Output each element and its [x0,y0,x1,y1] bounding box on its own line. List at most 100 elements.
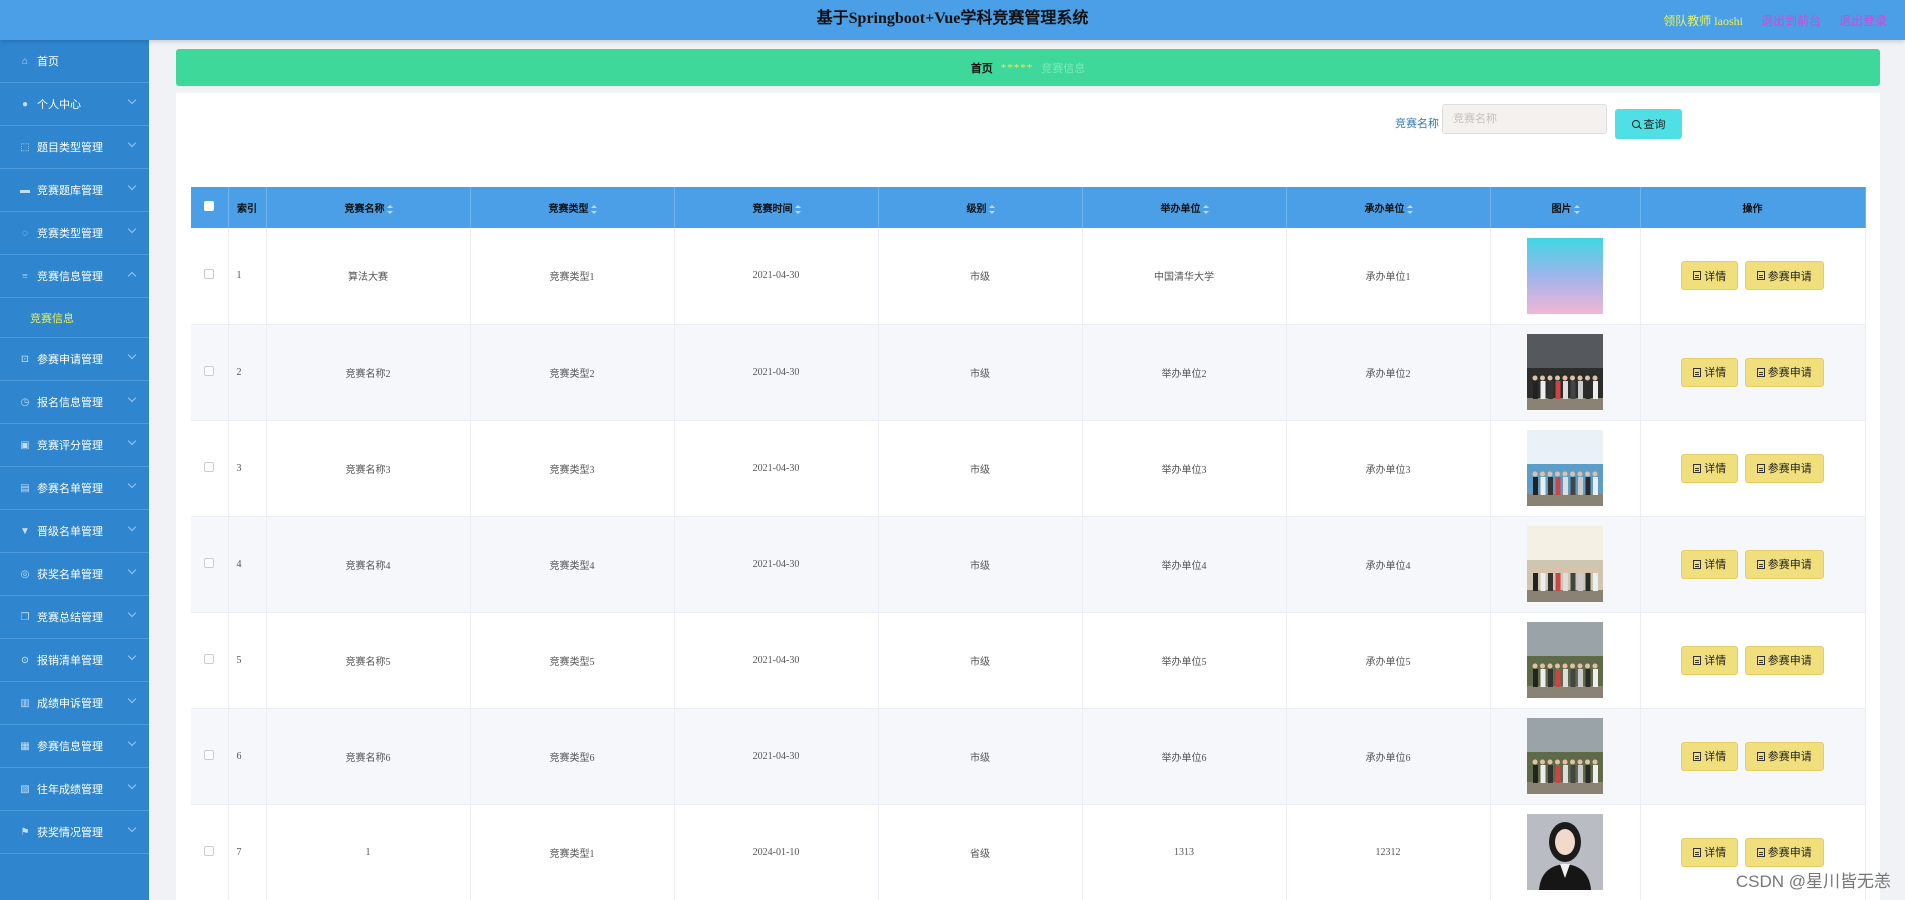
column-time[interactable]: 竞赛时间 [674,187,879,228]
sidebar-item[interactable]: ⬚ 题目类型管理 [0,126,149,169]
table-row[interactable]: 2 竞赛名称2 竞赛类型2 2021-04-30 市级 举办单位2 承办单位2 详情 参赛申… [191,324,1866,421]
app-title: 基于Springboot+Vue学科竞赛管理系统 [816,10,1089,27]
sidebar-item[interactable]: ▣ 竞赛评分管理 [0,424,149,467]
user-icon: ● [21,98,29,110]
sidebar-item[interactable]: ≡ 竞赛信息管理 [0,255,149,298]
apply-button[interactable]: 参赛申请 [1744,837,1824,867]
apply-button[interactable]: 参赛申请 [1744,357,1824,387]
apply-button[interactable]: 参赛申请 [1744,261,1824,291]
sidebar-item[interactable]: ▼ 晋级名单管理 [0,510,149,553]
select-all-cell [191,187,229,228]
cell-organizer: 承办单位1 [1286,228,1491,325]
row-checkbox[interactable] [204,269,215,280]
detail-button[interactable]: 详情 [1681,645,1739,675]
table-row[interactable]: 3 竞赛名称3 竞赛类型3 2021-04-30 市级 举办单位3 承办单位3 详情 参赛申… [191,420,1866,517]
detail-button-label: 详情 [1704,367,1727,379]
cell-host: 举办单位4 [1082,516,1287,613]
row-select-cell [191,516,229,613]
sidebar-item[interactable]: ▤ 参赛名单管理 [0,467,149,510]
breadcrumb-home[interactable]: 首页 [971,60,993,76]
sidebar-item[interactable]: ◷ 报名信息管理 [0,381,149,424]
cell-index: 1 [228,228,267,325]
sidebar-item[interactable]: ◌ 竞赛类型管理 [0,212,149,255]
chevron-down-icon [127,522,137,532]
sidebar-item-label: 首页 [37,56,59,68]
detail-button[interactable]: 详情 [1681,261,1739,291]
sidebar-item-label: 参赛名单管理 [37,483,103,495]
logout-link[interactable]: 退出登录 [1839,12,1887,29]
select-all-checkbox[interactable] [204,201,215,211]
column-name[interactable]: 竞赛名称 [266,187,471,228]
table-row[interactable]: 5 竞赛名称5 竞赛类型5 2021-04-30 市级 举办单位5 承办单位5 详情 参赛申… [191,612,1866,709]
sidebar-item[interactable]: ❐ 竞赛总结管理 [0,596,149,639]
sidebar-item[interactable]: ⊡ 参赛申请管理 [0,338,149,381]
column-host[interactable]: 举办单位 [1082,187,1287,228]
table-row[interactable]: 1 算法大赛 竞赛类型1 2021-04-30 市级 中国清华大学 承办单位1 详情 参赛申… [191,228,1866,325]
chevron-down-icon [127,479,137,489]
column-host-label: 举办单位 [1160,204,1201,215]
document-icon [1693,463,1702,473]
competition-image [1527,237,1603,314]
sort-icon [1573,205,1580,215]
table-row[interactable]: 6 竞赛名称6 竞赛类型6 2021-04-30 市级 举办单位6 承办单位6 详情 参赛申… [191,708,1866,805]
cell-actions: 详情 参赛申请 [1640,420,1866,517]
table-row[interactable]: 7 1 竞赛类型1 2024-01-10 省级 1313 12312 详情 参赛申请 [191,804,1866,900]
search-button[interactable]: 查询 [1615,109,1682,139]
sidebar-item[interactable]: ● 个人中心 [0,83,149,126]
cell-image [1490,516,1641,613]
row-checkbox[interactable] [204,557,215,568]
cell-image [1490,420,1641,517]
back-to-front-link[interactable]: 退出到前台 [1761,12,1821,29]
search-icon [1631,120,1640,128]
document-icon [1756,463,1765,473]
column-level[interactable]: 级别 [878,187,1083,228]
sidebar-item[interactable]: ⊙ 报销清单管理 [0,639,149,682]
document-icon [1693,367,1702,377]
sidebar-item[interactable]: ▧ 往年成绩管理 [0,768,149,811]
row-checkbox[interactable] [204,461,215,472]
search-label: 竞赛名称 [1395,118,1439,130]
detail-button[interactable]: 详情 [1681,453,1739,483]
apply-button[interactable]: 参赛申请 [1744,741,1824,771]
sidebar-item[interactable]: ▥ 成绩申诉管理 [0,682,149,725]
row-checkbox[interactable] [204,845,215,856]
cell-image [1490,708,1641,805]
search-input[interactable] [1442,104,1607,134]
detail-button[interactable]: 详情 [1681,741,1739,771]
detail-button[interactable]: 详情 [1681,549,1739,579]
sort-icon [1202,205,1209,215]
cell-name: 竞赛名称2 [266,324,471,421]
row-checkbox[interactable] [204,653,215,664]
cell-actions: 详情 参赛申请 [1640,516,1866,613]
apply-button[interactable]: 参赛申请 [1744,645,1824,675]
detail-button[interactable]: 详情 [1681,357,1739,387]
sort-icon [386,205,393,215]
detail-button-label: 详情 [1704,847,1727,859]
detail-button[interactable]: 详情 [1681,837,1739,867]
compass-icon: ⊙ [20,654,30,666]
apply-button[interactable]: 参赛申请 [1744,453,1824,483]
breadcrumb-current: 竞赛信息 [1041,62,1086,75]
apply-button[interactable]: 参赛申请 [1744,549,1824,579]
competition-image [1527,526,1603,602]
sidebar-item[interactable]: ⌂ 首页 [0,40,149,83]
row-checkbox[interactable] [204,749,215,760]
competition-image [1527,718,1603,794]
sidebar-subitem[interactable]: 竞赛信息 [0,298,149,338]
sidebar-item[interactable]: ▦ 参赛信息管理 [0,725,149,768]
cell-time: 2021-04-30 [674,516,879,613]
table-row[interactable]: 4 竞赛名称4 竞赛类型4 2021-04-30 市级 举办单位4 承办单位4 详情 参赛申… [191,516,1866,613]
cell-organizer: 承办单位6 [1286,708,1491,805]
sidebar-item[interactable]: ◎ 获奖名单管理 [0,553,149,596]
column-type[interactable]: 竞赛类型 [470,187,675,228]
briefcase-icon: ▤ [20,482,30,494]
column-image[interactable]: 图片 [1490,187,1641,228]
cell-host: 举办单位3 [1082,420,1287,517]
sidebar-item[interactable]: ▬ 竞赛题库管理 [0,169,149,212]
column-organizer[interactable]: 承办单位 [1286,187,1491,228]
column-name-label: 竞赛名称 [344,204,385,215]
sidebar-item-label: 个人中心 [37,99,81,111]
sidebar-item[interactable]: ⚑ 获奖情况管理 [0,811,149,854]
chevron-down-icon [127,737,137,747]
row-checkbox[interactable] [204,365,215,376]
